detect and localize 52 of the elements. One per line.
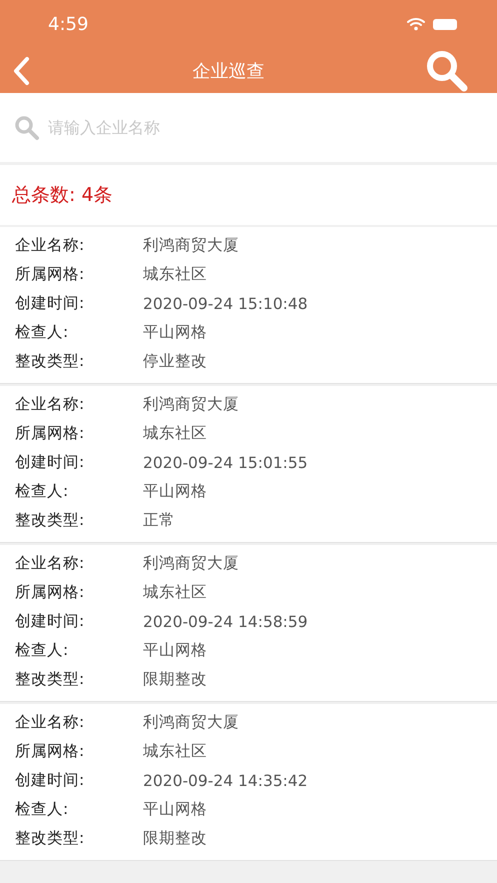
field-value: 2020-09-24 15:01:55 [143, 454, 308, 472]
field-label: 检查人: [15, 640, 70, 661]
total-count: 总条数: 4条 [12, 183, 113, 208]
field-value: 限期整改 [143, 828, 207, 849]
field-label: 整改类型: [15, 510, 86, 531]
field-label: 整改类型: [15, 351, 86, 372]
field-label: 检查人: [15, 322, 70, 343]
status-time: 4:59 [48, 14, 88, 34]
field-value: 城东社区 [143, 264, 207, 285]
record-card[interactable]: 企业名称: 利鸿商贸大厦 所属网格: 城东社区 创建时间: 2020-09-24 14:35:42 检查人: 平山网格 整改类型: 限期整改 [0, 704, 497, 861]
field-label: 整改类型: [15, 828, 86, 849]
field-label: 所属网格: [15, 264, 86, 285]
field-label: 所属网格: [15, 423, 86, 444]
field-value: 平山网格 [143, 481, 207, 502]
field-label: 创建时间: [15, 293, 86, 314]
field-value: 停业整改 [143, 351, 207, 372]
back-button[interactable] [12, 56, 32, 86]
field-label: 检查人: [15, 799, 70, 820]
field-value: 利鸿商贸大厦 [143, 394, 239, 415]
field-label: 所属网格: [15, 741, 86, 762]
record-card[interactable]: 企业名称: 利鸿商贸大厦 所属网格: 城东社区 创建时间: 2020-09-24 15:10:48 检查人: 平山网格 整改类型: 停业整改 [0, 227, 497, 384]
field-value: 2020-09-24 14:58:59 [143, 612, 308, 630]
field-value: 平山网格 [143, 322, 207, 343]
field-label: 创建时间: [15, 770, 86, 791]
field-value: 平山网格 [143, 640, 207, 661]
field-value: 2020-09-24 15:10:48 [143, 294, 308, 312]
field-label: 企业名称: [15, 712, 86, 733]
record-card[interactable]: 企业名称: 利鸿商贸大厦 所属网格: 城东社区 创建时间: 2020-09-24 15:01:55 检查人: 平山网格 整改类型: 正常 [0, 386, 497, 543]
field-value: 限期整改 [143, 669, 207, 690]
battery-icon [433, 18, 457, 30]
field-label: 创建时间: [15, 611, 86, 632]
field-value: 平山网格 [143, 799, 207, 820]
field-label: 检查人: [15, 481, 70, 502]
field-value: 城东社区 [143, 741, 207, 762]
field-value: 利鸿商贸大厦 [143, 235, 239, 256]
search-icon [14, 114, 40, 140]
field-value: 利鸿商贸大厦 [143, 712, 239, 733]
field-label: 所属网格: [15, 582, 86, 603]
search-button[interactable] [425, 48, 469, 92]
field-label: 整改类型: [15, 669, 86, 690]
field-value: 利鸿商贸大厦 [143, 553, 239, 574]
record-card[interactable]: 企业名称: 利鸿商贸大厦 所属网格: 城东社区 创建时间: 2020-09-24 14:58:59 检查人: 平山网格 整改类型: 限期整改 [0, 545, 497, 702]
field-label: 企业名称: [15, 235, 86, 256]
field-label: 企业名称: [15, 394, 86, 415]
field-value: 正常 [143, 510, 175, 531]
field-value: 2020-09-24 14:35:42 [143, 772, 308, 790]
field-value: 城东社区 [143, 423, 207, 444]
field-label: 创建时间: [15, 452, 86, 473]
field-label: 企业名称: [15, 553, 86, 574]
page-title: 企业巡查 [192, 60, 264, 82]
field-value: 城东社区 [143, 582, 207, 603]
wifi-icon [407, 17, 425, 31]
